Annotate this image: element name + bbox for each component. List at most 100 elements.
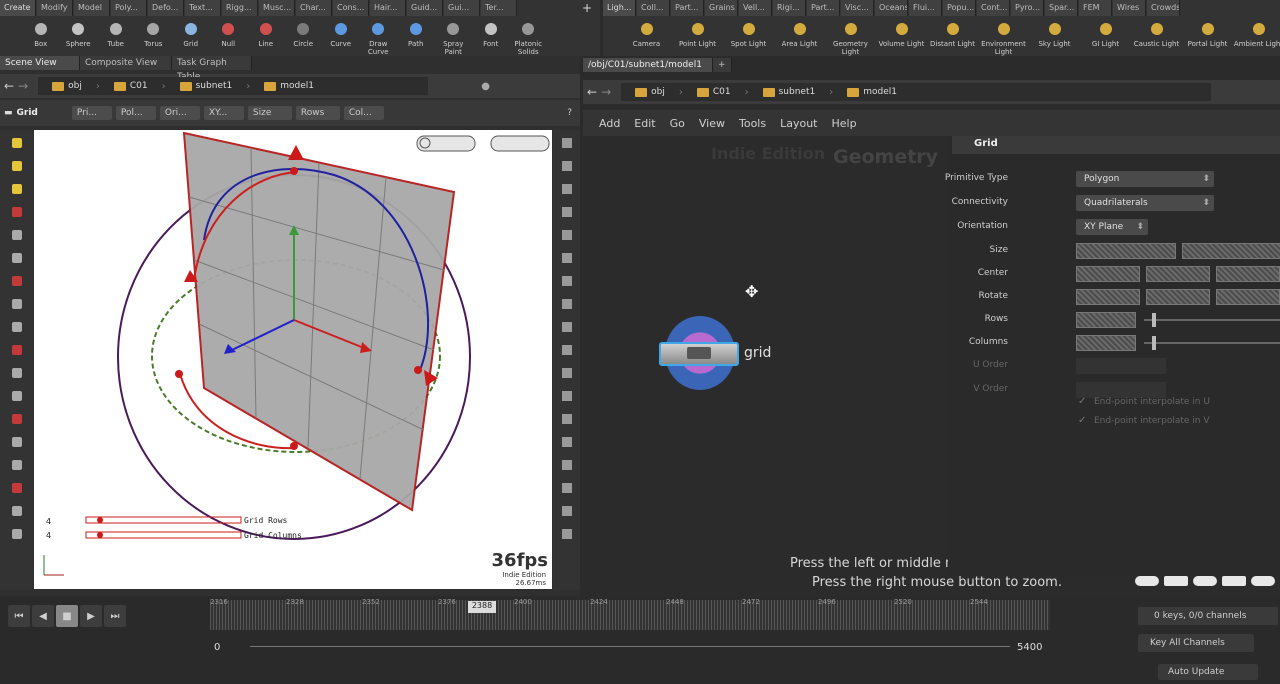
display-option-icon[interactable] — [557, 501, 577, 521]
palette-shape-icon[interactable] — [1251, 576, 1275, 586]
shelf-tab[interactable]: Cont... — [977, 0, 1010, 16]
breadcrumb-item[interactable]: subnet1 — [755, 83, 824, 101]
null-tool[interactable]: Null — [210, 17, 248, 56]
environment-light-tool[interactable]: Environment Light — [978, 17, 1029, 56]
font-tool[interactable]: Font — [472, 17, 510, 56]
shelf-tab[interactable]: Oceans — [875, 0, 908, 16]
slider-handle[interactable] — [1152, 336, 1156, 350]
shelf-tab[interactable]: Ter... — [481, 0, 517, 16]
play-icon[interactable]: ▶ — [80, 605, 102, 627]
slider-handle[interactable] — [1152, 313, 1156, 327]
param-input[interactable] — [1076, 382, 1166, 398]
display-option-icon[interactable] — [557, 363, 577, 383]
display-option-icon[interactable] — [557, 317, 577, 337]
range-start[interactable]: 0 — [214, 642, 220, 653]
caustic-light-tool[interactable]: Caustic Light — [1131, 17, 1182, 56]
param-slider[interactable] — [1144, 319, 1280, 321]
shelf-tab[interactable]: Part... — [807, 0, 840, 16]
breadcrumb-item[interactable]: subnet1 — [172, 77, 241, 95]
shelf-tab[interactable]: Visc... — [841, 0, 874, 16]
op-field[interactable]: Rows — [295, 106, 340, 120]
shelf-tab[interactable]: Wires — [1113, 0, 1146, 16]
shelf-tab[interactable]: Modify — [37, 0, 73, 16]
shelf-tab[interactable]: Part... — [671, 0, 704, 16]
shelf-tab[interactable]: Rigi... — [773, 0, 806, 16]
jump-end-icon[interactable]: ⏭ — [104, 605, 126, 627]
current-frame[interactable]: 2388 — [468, 601, 496, 613]
tube-tool[interactable]: Tube — [97, 17, 135, 56]
display-option-icon[interactable] — [557, 248, 577, 268]
shelf-tab[interactable]: Popu... — [943, 0, 976, 16]
menu-view[interactable]: View — [699, 117, 725, 130]
display-option-icon[interactable] — [557, 340, 577, 360]
auto-update[interactable]: Auto Update — [1158, 664, 1258, 680]
op-field[interactable]: Pri... — [71, 106, 112, 120]
gi-light-tool[interactable]: GI Light — [1080, 17, 1131, 56]
line-tool[interactable]: Line — [247, 17, 285, 56]
cols-slider-track[interactable] — [85, 531, 242, 539]
area-light-tool[interactable]: Area Light — [774, 17, 825, 56]
select-icon[interactable] — [7, 133, 27, 153]
breadcrumb-item[interactable]: C01 — [106, 77, 156, 95]
help-icon[interactable]: ? — [567, 108, 572, 118]
sky-light-tool[interactable]: Sky Light — [1029, 17, 1080, 56]
box-tool[interactable]: Box — [22, 17, 60, 56]
portal-light-tool[interactable]: Portal Light — [1182, 17, 1233, 56]
camera-icon[interactable] — [7, 340, 27, 360]
param-dropdown[interactable]: Polygon ⬍ — [1076, 171, 1214, 187]
cols-slider-knob[interactable] — [97, 532, 103, 538]
sphere-tool[interactable]: Sphere — [60, 17, 98, 56]
param-input[interactable] — [1076, 289, 1140, 305]
check-v-icon[interactable]: ✓ — [1078, 415, 1086, 426]
shelf-tab[interactable]: Coll... — [637, 0, 670, 16]
back-arrow-icon[interactable]: ← — [587, 85, 597, 99]
handle-tool-icon[interactable]: ▬ — [4, 108, 13, 118]
display-option-icon[interactable] — [557, 432, 577, 452]
display-option-icon[interactable] — [557, 271, 577, 291]
palette-shape-icon[interactable] — [1193, 576, 1217, 586]
display-option-icon[interactable] — [557, 156, 577, 176]
volume-light-tool[interactable]: Volume Light — [876, 17, 927, 56]
param-input[interactable] — [1182, 243, 1280, 259]
breadcrumb-item[interactable]: model1 — [839, 83, 905, 101]
back-arrow-icon[interactable]: ← — [4, 79, 14, 93]
display-option-icon[interactable] — [557, 386, 577, 406]
palette-shape-icon[interactable] — [1164, 576, 1188, 586]
distant-light-tool[interactable]: Distant Light — [927, 17, 978, 56]
view-icon[interactable] — [7, 317, 27, 337]
display-option-icon[interactable] — [557, 409, 577, 429]
param-input[interactable] — [1076, 266, 1140, 282]
display-option-icon[interactable] — [557, 455, 577, 475]
lock-icon[interactable] — [7, 386, 27, 406]
shelf-tab[interactable]: Hair... — [370, 0, 406, 16]
param-input[interactable] — [1216, 289, 1280, 305]
grid-tool[interactable]: Grid — [172, 17, 210, 56]
display-option-icon[interactable] — [557, 133, 577, 153]
spot-light-tool[interactable]: Spot Light — [723, 17, 774, 56]
param-input[interactable] — [1076, 312, 1136, 328]
grid-plane[interactable] — [182, 131, 456, 512]
brush-icon[interactable] — [7, 478, 27, 498]
ambient-light-tool[interactable]: Ambient Light — [1233, 17, 1280, 56]
add-shelf-tab-icon[interactable]: + — [582, 1, 596, 15]
magnet-icon[interactable] — [7, 524, 27, 544]
spray-paint-tool[interactable]: Spray Paint — [435, 17, 473, 56]
shelf-tab[interactable]: Poly... — [111, 0, 147, 16]
shelf-tab[interactable]: FEM — [1079, 0, 1112, 16]
snap-icon[interactable] — [7, 501, 27, 521]
curve-tool[interactable]: Curve — [322, 17, 360, 56]
view-badge-right[interactable] — [490, 135, 550, 152]
display-option-icon[interactable] — [557, 478, 577, 498]
pin-icon[interactable]: ● — [481, 81, 490, 92]
breadcrumb-item[interactable]: C01 — [689, 83, 739, 101]
palette-shape-icon[interactable] — [1222, 576, 1246, 586]
pane-tab[interactable]: Composite View — [80, 56, 172, 70]
menu-layout[interactable]: Layout — [780, 117, 817, 130]
pane-tab[interactable]: Scene View — [0, 56, 80, 70]
menu-help[interactable]: Help — [832, 117, 857, 130]
menu-edit[interactable]: Edit — [634, 117, 655, 130]
rows-slider-knob[interactable] — [97, 517, 103, 523]
shelf-tab[interactable]: Musc... — [259, 0, 295, 16]
circle-tool[interactable]: Circle — [285, 17, 323, 56]
breadcrumb-item[interactable]: model1 — [256, 77, 322, 95]
